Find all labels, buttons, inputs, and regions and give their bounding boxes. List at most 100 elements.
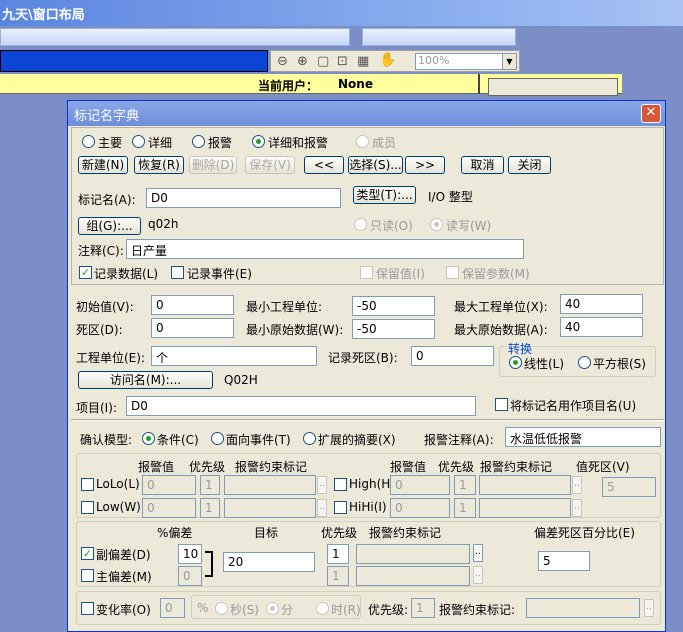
hihi-tag-browse-button[interactable]: ..	[572, 499, 582, 517]
dev-tag-header: 报警约束标记	[369, 526, 442, 540]
mode-main-label: 主要	[98, 136, 123, 150]
rate-priority-input[interactable]: 1	[411, 598, 435, 618]
rate-tag-input[interactable]	[526, 598, 640, 618]
hihi-tag-input[interactable]	[479, 498, 571, 518]
mode-detail-radio[interactable]	[132, 135, 145, 148]
access-name-button[interactable]: 访问名(M):...	[78, 371, 213, 389]
major-dev-tag-input[interactable]	[356, 566, 470, 586]
min-raw-input[interactable]: -50	[352, 319, 435, 339]
alarm-comment-input[interactable]: 水温低低报警	[505, 427, 661, 447]
delete-button[interactable]: 删除(D)	[189, 156, 237, 174]
major-dev-tag-browse-button[interactable]: ..	[473, 566, 483, 584]
value-deadband-input[interactable]: 5	[602, 477, 656, 497]
high-value-input[interactable]: 0	[390, 475, 450, 495]
major-deviation-input[interactable]: 0	[178, 566, 202, 586]
init-value-input[interactable]: 0	[151, 295, 234, 315]
select-button[interactable]: 选择(S)...	[348, 156, 403, 174]
high-priority-input[interactable]: 1	[454, 475, 476, 495]
tag-name-label: 标记名(A):	[78, 193, 136, 207]
minor-dev-tag-browse-button[interactable]: ..	[473, 544, 483, 562]
seconds-radio[interactable]	[215, 602, 228, 615]
close-icon[interactable]: ✕	[641, 104, 661, 123]
min-eu-input[interactable]: -50	[352, 296, 435, 316]
zoom-in-icon[interactable]: ⊕	[297, 54, 308, 69]
high-tag-input[interactable]	[479, 475, 571, 495]
readwrite-radio[interactable]	[430, 218, 443, 231]
rate-tag-browse-button[interactable]: ..	[644, 599, 654, 617]
close-button[interactable]: 关闭	[508, 156, 551, 174]
minor-dev-tag-input[interactable]	[356, 544, 470, 564]
low-tag-input[interactable]	[224, 498, 316, 518]
sqrt-label: 平方根(S)	[593, 357, 646, 371]
rate-of-change-label: 变化率(O)	[96, 603, 151, 617]
hihi-checkbox[interactable]	[334, 501, 347, 514]
condition-radio[interactable]	[142, 432, 155, 445]
low-checkbox[interactable]	[81, 501, 94, 514]
lolo-tag-input[interactable]	[224, 475, 316, 495]
sqrt-radio[interactable]	[578, 356, 591, 369]
record-event-checkbox[interactable]	[171, 266, 184, 279]
zoom-select[interactable]: 100% ▼	[415, 53, 517, 70]
restore-button[interactable]: 恢复(R)	[134, 156, 184, 174]
minor-deviation-input[interactable]: 10	[178, 544, 202, 564]
rate-of-change-checkbox[interactable]	[81, 602, 94, 615]
tag-name-input[interactable]: D0	[146, 188, 341, 208]
keep-param-checkbox[interactable]	[446, 266, 459, 279]
previous-button[interactable]: <<	[304, 156, 344, 174]
deviation-priority-input[interactable]: 1	[327, 544, 349, 564]
cancel-button[interactable]: 取消	[461, 156, 504, 174]
grid-icon[interactable]: ▦	[357, 54, 369, 69]
lolo-checkbox[interactable]	[81, 478, 94, 491]
low-priority-input[interactable]: 1	[200, 498, 220, 518]
lolo-value-input[interactable]: 0	[142, 475, 196, 495]
eng-unit-input[interactable]: 个	[151, 346, 317, 366]
mode-alarm-radio[interactable]	[192, 135, 205, 148]
high-checkbox[interactable]	[334, 478, 347, 491]
major-priority-input[interactable]: 1	[327, 566, 349, 586]
hours-radio[interactable]	[316, 602, 329, 615]
chevron-down-icon[interactable]: ▼	[502, 54, 516, 69]
use-tag-as-item-checkbox[interactable]	[495, 398, 508, 411]
new-button[interactable]: 新建(N)	[78, 156, 128, 174]
minor-deviation-checkbox[interactable]: ✓	[81, 547, 94, 560]
mode-member-radio[interactable]	[356, 135, 369, 148]
type-button[interactable]: 类型(T):...	[353, 186, 416, 204]
dev-target-header: 目标	[254, 526, 279, 540]
major-deviation-checkbox[interactable]	[81, 569, 94, 582]
save-button[interactable]: 保存(V)	[245, 156, 295, 174]
hihi-label: HiHi(I)	[349, 500, 387, 514]
hihi-priority-input[interactable]: 1	[454, 498, 476, 518]
high-tag-browse-button[interactable]: ..	[572, 476, 582, 494]
zoom-out-icon[interactable]: ⊖	[277, 54, 288, 69]
linear-radio[interactable]	[509, 356, 522, 369]
extended-radio[interactable]	[303, 432, 316, 445]
readonly-radio[interactable]	[354, 218, 367, 231]
mode-detail-alarm-radio[interactable]	[252, 135, 265, 148]
item-input[interactable]: D0	[126, 396, 476, 416]
keep-value-checkbox[interactable]	[360, 266, 373, 279]
lolo-tag-browse-button[interactable]: ..	[317, 476, 327, 494]
window-title: 九天\窗口布局	[2, 8, 85, 23]
lolo-priority-input[interactable]: 1	[200, 475, 220, 495]
low-tag-browse-button[interactable]: ..	[317, 499, 327, 517]
mode-detail-alarm-label: 详细和报警	[268, 136, 329, 150]
target-input[interactable]: 20	[223, 552, 315, 572]
deadband-input[interactable]: 0	[151, 318, 234, 338]
group-button[interactable]: 组(G):...	[78, 217, 141, 235]
mode-main-radio[interactable]	[82, 135, 95, 148]
hand-icon[interactable]: ✋	[379, 52, 396, 68]
fit-icon[interactable]: ▢	[317, 54, 329, 69]
rate-value-input[interactable]: 0	[160, 598, 185, 618]
record-deadband-input[interactable]: 0	[411, 346, 494, 366]
event-radio[interactable]	[211, 432, 224, 445]
hihi-value-input[interactable]: 0	[390, 498, 450, 518]
low-value-input[interactable]: 0	[142, 498, 196, 518]
zoom-area-icon[interactable]: ⊡	[337, 54, 348, 69]
minutes-radio[interactable]	[266, 602, 279, 615]
max-raw-input[interactable]: 40	[560, 317, 643, 337]
max-eu-input[interactable]: 40	[560, 294, 643, 314]
record-data-checkbox[interactable]: ✓	[79, 266, 92, 279]
deviation-deadband-input[interactable]: 5	[538, 551, 590, 571]
next-button[interactable]: >>	[405, 156, 445, 174]
comment-input[interactable]: 日产量	[126, 239, 524, 259]
